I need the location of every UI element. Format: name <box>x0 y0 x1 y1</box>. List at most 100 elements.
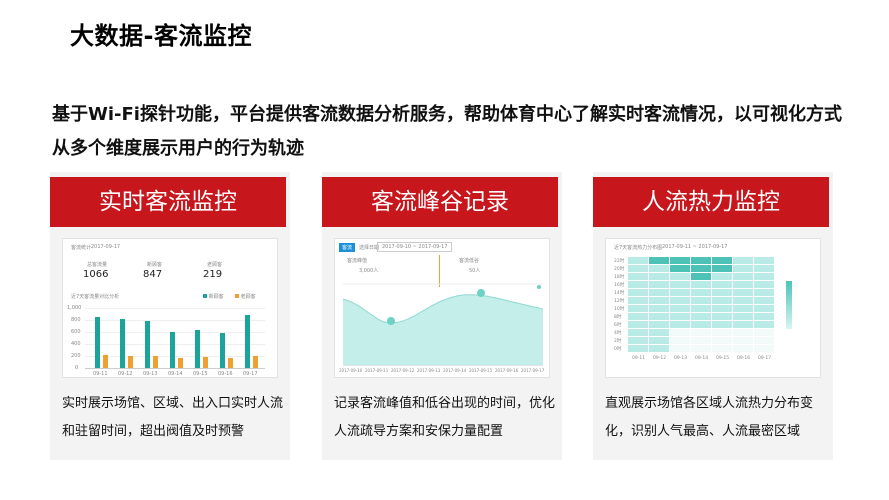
card-description: 直观展示场馆各区域人流热力分布变化，识别人气最高、人流最密区域 <box>605 396 814 439</box>
heat-cell <box>733 297 753 304</box>
x-label: 2017-09-11 <box>365 368 389 373</box>
y-tick: 800 <box>71 317 81 323</box>
heat-cell <box>712 257 732 264</box>
bar-old <box>178 358 183 368</box>
end-marker <box>537 285 541 289</box>
heat-cell <box>754 337 774 344</box>
heat-scale <box>786 281 792 329</box>
bar-old <box>153 356 158 368</box>
bar-old <box>253 356 258 368</box>
heat-cell <box>670 337 690 344</box>
heat-cell <box>628 273 648 280</box>
heat-cell <box>649 265 669 272</box>
heat-cell <box>628 257 648 264</box>
heat-cell <box>754 321 774 328</box>
card-heatmap: 人流热力监控 近7天客流热力分布图 2017-09-11 ~ 2017-09-1… <box>593 172 833 460</box>
heat-cell <box>628 337 648 344</box>
area-fill <box>343 294 543 365</box>
card-title: 实时客流监控 <box>50 177 286 227</box>
heat-cell <box>649 257 669 264</box>
hour-label: 16时 <box>614 283 625 288</box>
legend-old: 老顾客 <box>235 293 256 300</box>
bar-new <box>170 332 175 368</box>
card-peak-valley: 客流峰谷记录 客流 选择日期 2017-09-10 ~ 2017-09-17 客… <box>322 172 562 460</box>
hour-label: 0时 <box>614 347 622 352</box>
heat-cell <box>691 297 711 304</box>
heat-cell <box>733 289 753 296</box>
mockup-date: 2017-09-11 ~ 2017-09-17 <box>662 244 728 250</box>
bar-new <box>145 321 150 368</box>
stat-value: 847 <box>143 269 163 280</box>
heat-cell <box>754 313 774 320</box>
heat-cell <box>670 281 690 288</box>
y-tick: 600 <box>71 329 81 335</box>
heat-cell <box>649 345 669 352</box>
day-label: 09-12 <box>653 356 667 361</box>
day-label: 09-14 <box>695 356 709 361</box>
hour-label: 22时 <box>614 259 625 264</box>
heat-cell <box>712 321 732 328</box>
x-label: 09-13 <box>143 371 158 377</box>
stat-value: 1066 <box>83 269 109 280</box>
heat-cell <box>670 329 690 336</box>
heat-cell <box>691 337 711 344</box>
day-label: 09-15 <box>716 356 730 361</box>
bar-old <box>128 356 133 368</box>
heat-cell <box>628 321 648 328</box>
bar-new <box>195 330 200 368</box>
x-label: 2017-09-15 <box>469 368 493 373</box>
heat-cell <box>712 337 732 344</box>
heat-cell <box>649 289 669 296</box>
hour-label: 2时 <box>614 339 622 344</box>
card-realtime: 实时客流监控 客流统计 2017-09-17 总客流量 1066 新顾客 847… <box>50 172 290 460</box>
heat-cell <box>733 265 753 272</box>
heat-cell <box>628 297 648 304</box>
heat-cell <box>649 281 669 288</box>
heat-cell <box>670 313 690 320</box>
intro-text: 基于Wi-Fi探针功能，平台提供客流数据分析服务，帮助体育中心了解实时客流情况，… <box>52 104 842 159</box>
heat-cell <box>754 305 774 312</box>
heat-cell <box>691 329 711 336</box>
bar-old <box>228 357 233 368</box>
area-chart <box>342 283 544 366</box>
heat-cell <box>628 345 648 352</box>
mockup-header: 客流统计 <box>71 245 92 251</box>
heat-cell <box>754 281 774 288</box>
y-tick: 400 <box>71 341 81 347</box>
peak-valley-screenshot: 客流 选择日期 2017-09-10 ~ 2017-09-17 客流峰值 3,0… <box>334 238 550 378</box>
heat-cell <box>712 345 732 352</box>
heat-cell <box>691 265 711 272</box>
heat-cell <box>670 345 690 352</box>
heat-cell <box>712 265 732 272</box>
x-label: 09-15 <box>193 371 208 377</box>
chart-title: 近7天客流量对比分析 <box>71 294 120 300</box>
mockup-date: 2017-09-17 <box>91 244 121 250</box>
mockup-title: 近7天客流热力分布图 <box>614 245 663 251</box>
heat-cell <box>691 257 711 264</box>
heat-cell <box>733 321 753 328</box>
x-label: 2017-09-12 <box>391 368 415 373</box>
heat-cell <box>712 281 732 288</box>
heat-cell <box>754 289 774 296</box>
heat-cell <box>712 313 732 320</box>
hour-label: 4时 <box>614 331 622 336</box>
peak-marker <box>477 289 485 297</box>
heat-cell <box>691 345 711 352</box>
card-description: 实时展示场馆、区域、出入口实时人流和驻留时间，超出阀值及时预警 <box>62 396 284 439</box>
heatmap-screenshot: 近7天客流热力分布图 2017-09-11 ~ 2017-09-17 22时 20… <box>605 238 821 378</box>
heat-cell <box>628 313 648 320</box>
heat-cell <box>691 289 711 296</box>
x-label: 09-11 <box>93 371 108 377</box>
heat-cell <box>733 337 753 344</box>
heat-cell <box>754 345 774 352</box>
heat-cell <box>628 289 648 296</box>
hour-label: 14时 <box>614 291 625 296</box>
x-label: 09-14 <box>168 371 183 377</box>
heat-cell <box>670 289 690 296</box>
card-title: 人流热力监控 <box>593 177 829 227</box>
heat-cell <box>628 305 648 312</box>
hour-label: 18时 <box>614 275 625 280</box>
stat-label: 老顾客 <box>207 262 223 268</box>
heat-cell <box>649 321 669 328</box>
heat-cell <box>649 337 669 344</box>
